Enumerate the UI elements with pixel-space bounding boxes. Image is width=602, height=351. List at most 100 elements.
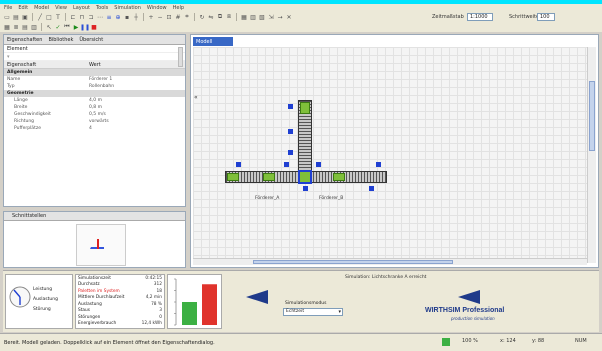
line-tool-icon[interactable]: ╱ [36, 13, 44, 21]
stat-label: Mittlere Durchlaufzeit [78, 295, 125, 301]
sensor-icon[interactable] [316, 162, 321, 167]
selected-element[interactable]: Element [4, 45, 185, 53]
arrow-icon[interactable]: → [276, 13, 284, 21]
align-center-icon[interactable]: ⊓ [78, 13, 86, 21]
align-right-icon[interactable]: ⊐ [87, 13, 95, 21]
distribute-icon[interactable]: ⋯ [96, 13, 104, 21]
stop-icon[interactable]: ■ [90, 23, 98, 31]
menu-item[interactable]: Model [34, 5, 49, 11]
interfaces-panel: Schnittstellen [3, 211, 186, 268]
rotate-icon[interactable]: ↻ [198, 13, 206, 21]
sensor-icon[interactable] [376, 162, 381, 167]
tab-model[interactable]: Modell [193, 37, 233, 46]
zoom-out-icon[interactable]: − [156, 13, 164, 21]
step-size-field[interactable]: 100 [537, 13, 555, 21]
tab-library[interactable]: Bibliothek [48, 37, 73, 43]
bar-ist [182, 302, 197, 325]
sensor-icon[interactable] [284, 162, 289, 167]
property-value: 0,8 m [89, 105, 102, 110]
play-icon[interactable]: ▶ [72, 23, 80, 31]
zoom-in-icon[interactable]: + [147, 13, 155, 21]
menu-item[interactable]: Tools [96, 5, 108, 11]
property-row[interactable]: Breite 0,8 m [4, 104, 185, 111]
grid-icon[interactable]: # [174, 13, 182, 21]
menu-item[interactable]: Window [147, 5, 167, 11]
check-icon[interactable]: ✓ [54, 23, 62, 31]
sensor-icon[interactable] [236, 162, 241, 167]
layout-icon[interactable]: ▤ [21, 23, 29, 31]
property-key: Breite [14, 105, 28, 110]
text-tool-icon[interactable]: T [54, 13, 62, 21]
turntable-junction[interactable] [298, 170, 312, 184]
menu-item[interactable]: Layout [73, 5, 90, 11]
canvas-horizontal-scrollbar[interactable] [193, 258, 587, 265]
open-icon[interactable]: ▤ [12, 13, 20, 21]
property-key: Geschwindigkeit [14, 112, 51, 117]
sensor-icon[interactable] [303, 186, 308, 191]
chart-icon[interactable]: ▥ [249, 13, 257, 21]
table-icon[interactable]: ▦ [240, 13, 248, 21]
scroll-thumb[interactable] [589, 81, 595, 151]
report-icon[interactable]: ▧ [258, 13, 266, 21]
stat-value: 78 % [151, 301, 162, 307]
tab-overview[interactable]: Übersicht [79, 37, 103, 43]
pause-icon[interactable]: ❚❚ [80, 23, 90, 31]
pallet[interactable] [333, 173, 345, 181]
property-row[interactable]: Länge 4,0 m [4, 97, 185, 104]
property-row[interactable]: Name Förderer 1 [4, 76, 185, 83]
cross-icon[interactable]: ✕ [285, 13, 293, 21]
ungroup-icon[interactable]: ⧈ [225, 13, 233, 21]
align-left-icon[interactable]: ⊏ [69, 13, 77, 21]
menu-item[interactable]: File [4, 5, 12, 11]
pallet[interactable] [300, 102, 310, 114]
menu-item[interactable]: Help [173, 5, 184, 11]
layers-icon[interactable]: ≣ [12, 23, 20, 31]
back-arrow-icon[interactable] [246, 290, 268, 304]
property-row[interactable]: Geschwindigkeit 0,5 m/s [4, 111, 185, 118]
scroll-thumb[interactable] [253, 260, 453, 264]
search-input[interactable]: ▾ [4, 53, 185, 61]
model-canvas[interactable]: Förderer_A Förderer_B « [193, 47, 587, 263]
conveyor-icon[interactable]: ≡ [105, 13, 113, 21]
group-icon[interactable]: ⧉ [216, 13, 224, 21]
sensor-icon[interactable] [288, 150, 293, 155]
menu-item[interactable]: View [55, 5, 67, 11]
properties-scrollbar[interactable] [178, 47, 183, 67]
divider [143, 13, 144, 21]
new-icon[interactable]: ▭ [3, 13, 11, 21]
property-row[interactable]: Richtung vorwärts [4, 118, 185, 125]
grid-icon[interactable]: ▦ [3, 23, 11, 31]
sensor-icon[interactable]: ▪ [123, 13, 131, 21]
turntable-icon[interactable]: ⊕ [114, 13, 122, 21]
menu-item[interactable]: Edit [18, 5, 28, 11]
pointer-icon[interactable]: ↖ [45, 23, 53, 31]
sensor-icon[interactable] [288, 129, 293, 134]
property-row[interactable]: Typ Rollenbahn [4, 83, 185, 90]
property-category[interactable]: Allgemein [4, 69, 185, 76]
table-icon[interactable]: ▥ [30, 23, 38, 31]
time-scale-field[interactable]: 1:1000 [467, 13, 493, 21]
zoom-fit-icon[interactable]: ⊡ [165, 13, 173, 21]
property-key: Pufferplätze [14, 126, 41, 131]
menu-item[interactable]: Simulation [114, 5, 141, 11]
mirror-icon[interactable]: ⇋ [207, 13, 215, 21]
mode-select[interactable]: Echtzeit ▾ [283, 308, 343, 316]
pallet[interactable] [263, 173, 275, 181]
sensor-icon[interactable] [288, 104, 293, 109]
export-icon[interactable]: ⇲ [267, 13, 275, 21]
junction-icon[interactable]: ┼ [132, 13, 140, 21]
canvas-vertical-scrollbar[interactable] [587, 47, 596, 263]
element-preview [76, 224, 126, 266]
menu-bar: File Edit Model View Layout Tools Simulation Wi… [0, 4, 602, 12]
property-category[interactable]: Geometrie [4, 90, 185, 97]
model-view: Modell Förderer_A Förderer_B « [190, 34, 599, 268]
results-panel: Leistung Auslastung Störung Simulationsz… [3, 270, 599, 332]
save-icon[interactable]: ▣ [21, 13, 29, 21]
tab-properties[interactable]: Eigenschaften [7, 37, 42, 43]
snap-icon[interactable]: ⌗ [183, 13, 191, 21]
property-row[interactable]: Pufferplätze 4 [4, 125, 185, 132]
rect-tool-icon[interactable]: □ [45, 13, 53, 21]
reset-icon[interactable]: ⏮ [63, 23, 71, 31]
pallet[interactable] [227, 173, 239, 181]
sensor-icon[interactable] [369, 186, 374, 191]
